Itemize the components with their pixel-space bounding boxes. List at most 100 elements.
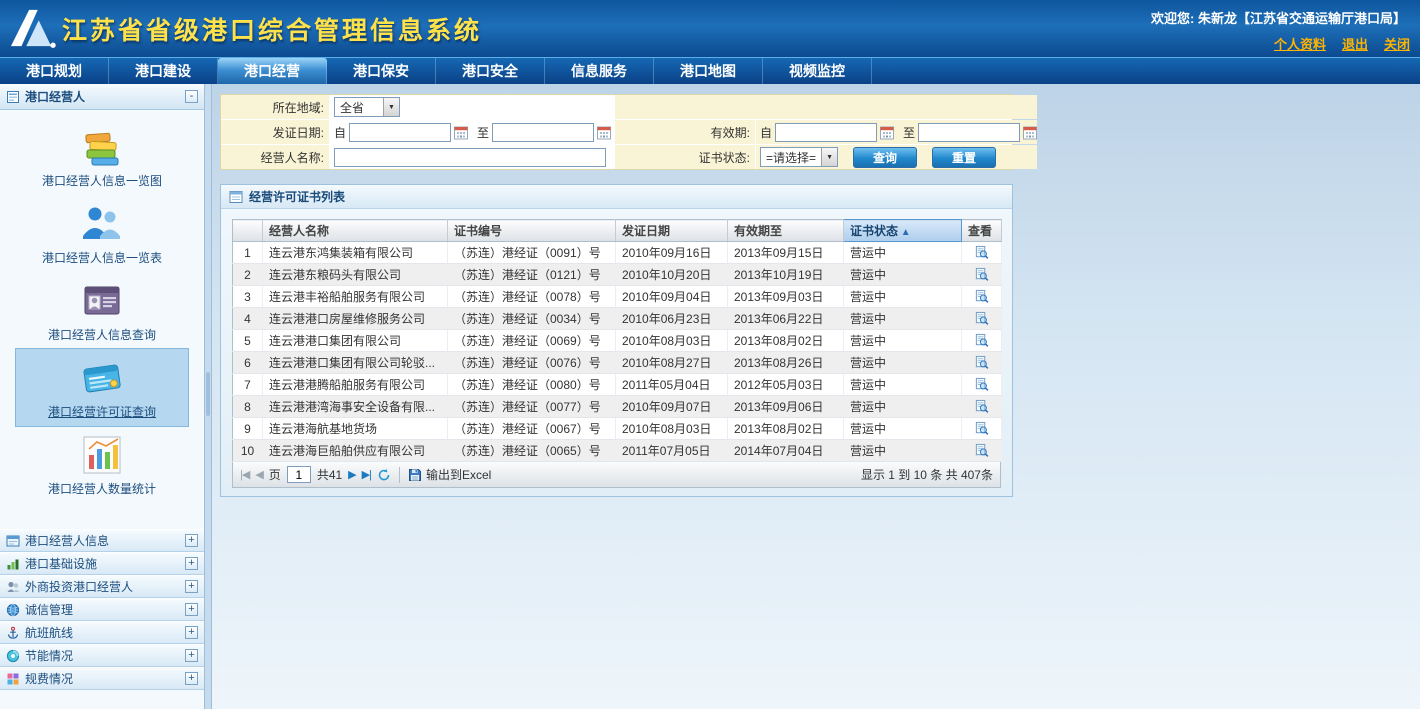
issue-date-to-input[interactable]: [492, 123, 594, 142]
table-row[interactable]: 9连云港海航基地货场（苏连）港经证（0067）号2010年08月03日2013年…: [233, 418, 1002, 440]
view-icon[interactable]: [974, 267, 989, 282]
validity-to-input[interactable]: [918, 123, 1020, 142]
profile-link[interactable]: 个人资料: [1274, 37, 1326, 52]
license-table: 经营人名称证书编号发证日期有效期至证书状态 ▲查看 1连云港东鸿集装箱有限公司（…: [232, 219, 1002, 462]
cert-status-cell: 营运中: [844, 330, 962, 352]
column-header-operator-name[interactable]: 经营人名称: [263, 220, 448, 242]
valid-date-cell: 2013年10月19日: [728, 264, 844, 286]
calendar-icon[interactable]: [880, 125, 894, 140]
valid-date-cell: 2013年06月22日: [728, 308, 844, 330]
expand-button[interactable]: +: [185, 580, 198, 593]
issue-date-cell: 2010年09月07日: [616, 396, 728, 418]
view-icon[interactable]: [974, 333, 989, 348]
expand-button[interactable]: +: [185, 649, 198, 662]
column-header-valid-date[interactable]: 有效期至: [728, 220, 844, 242]
view-icon[interactable]: [974, 421, 989, 436]
calendar-icon[interactable]: [597, 125, 611, 140]
nav-tab-port-construction[interactable]: 港口建设: [109, 58, 218, 85]
operator-name-input[interactable]: [334, 148, 606, 167]
sidebar-item-4[interactable]: 港口经营许可证查询: [16, 349, 188, 426]
nav-tab-port-planning[interactable]: 港口规划: [0, 58, 109, 85]
nav-tab-port-security[interactable]: 港口保安: [327, 58, 436, 85]
view-icon[interactable]: [974, 311, 989, 326]
status-select[interactable]: =请选择= ▼: [760, 147, 838, 167]
calendar-icon[interactable]: [454, 125, 468, 140]
row-number: 7: [233, 374, 263, 396]
sidebar-panel-7[interactable]: 规费情况+: [0, 667, 204, 690]
row-number: 5: [233, 330, 263, 352]
column-header-cert-number[interactable]: 证书编号: [448, 220, 616, 242]
table-row[interactable]: 7连云港港腾船舶服务有限公司（苏连）港经证（0080）号2011年05月04日2…: [233, 374, 1002, 396]
table-row[interactable]: 1连云港东鸿集装箱有限公司（苏连）港经证（0091）号2010年09月16日20…: [233, 242, 1002, 264]
expand-button[interactable]: +: [185, 534, 198, 547]
column-header-view[interactable]: 查看: [962, 220, 1002, 242]
cert-number-cell: （苏连）港经证（0069）号: [448, 330, 616, 352]
next-page-button[interactable]: ▶: [348, 468, 355, 481]
view-icon[interactable]: [974, 245, 989, 260]
logout-link[interactable]: 退出: [1342, 37, 1368, 52]
refresh-icon[interactable]: [377, 468, 391, 482]
issue-date-cell: 2010年09月04日: [616, 286, 728, 308]
view-icon[interactable]: [974, 355, 989, 370]
table-row[interactable]: 8连云港港湾海事安全设备有限...（苏连）港经证（0077）号2010年09月0…: [233, 396, 1002, 418]
cert-status-cell: 营运中: [844, 264, 962, 286]
nav-tab-port-safety[interactable]: 港口安全: [436, 58, 545, 85]
nav-tab-port-map[interactable]: 港口地图: [654, 58, 763, 85]
column-header-issue-date[interactable]: 发证日期: [616, 220, 728, 242]
sidebar-panel-5[interactable]: 航班航线+: [0, 621, 204, 644]
sidebar-item-2[interactable]: 港口经营人信息一览表: [16, 195, 188, 272]
expand-button[interactable]: +: [185, 626, 198, 639]
table-row[interactable]: 4连云港港口房屋维修服务公司（苏连）港经证（0034）号2010年06月23日2…: [233, 308, 1002, 330]
query-button[interactable]: 查询: [853, 147, 917, 168]
issue-date-from-input[interactable]: [349, 123, 451, 142]
view-icon[interactable]: [974, 399, 989, 414]
expand-button[interactable]: +: [185, 557, 198, 570]
table-row[interactable]: 6连云港港口集团有限公司轮驳...（苏连）港经证（0076）号2010年08月2…: [233, 352, 1002, 374]
validity-from-input[interactable]: [775, 123, 877, 142]
table-row[interactable]: 10连云港海巨船舶供应有限公司（苏连）港经证（0065）号2011年07月05日…: [233, 440, 1002, 462]
column-header-cert-status[interactable]: 证书状态 ▲: [844, 220, 962, 242]
table-row[interactable]: 2连云港东粮码头有限公司（苏连）港经证（0121）号2010年10月20日201…: [233, 264, 1002, 286]
sidebar-panel-1[interactable]: 港口经营人信息+: [0, 529, 204, 552]
sidebar-item-3[interactable]: 港口经营人信息查询: [16, 272, 188, 349]
row-number: 2: [233, 264, 263, 286]
nav-tab-port-operation[interactable]: 港口经营: [218, 58, 327, 85]
last-page-button[interactable]: ▶|: [362, 468, 371, 481]
reset-button[interactable]: 重置: [932, 147, 996, 168]
nav-tab-info-service[interactable]: 信息服务: [545, 58, 654, 85]
calendar-icon[interactable]: [1023, 125, 1037, 140]
sidebar-item-1[interactable]: 港口经营人信息一览图: [16, 118, 188, 195]
sidebar-panel-2[interactable]: 港口基础设施+: [0, 552, 204, 575]
collapse-button[interactable]: -: [185, 90, 198, 103]
cert-number-cell: （苏连）港经证（0067）号: [448, 418, 616, 440]
divider: [399, 467, 400, 483]
sidebar-splitter[interactable]: [205, 84, 212, 709]
first-page-button[interactable]: |◀: [240, 468, 249, 481]
overview-books-icon: [80, 125, 124, 169]
sidebar-panel-3[interactable]: 外商投资港口经营人+: [0, 575, 204, 598]
table-row[interactable]: 3连云港丰裕船舶服务有限公司（苏连）港经证（0078）号2010年09月04日2…: [233, 286, 1002, 308]
table-row[interactable]: 5连云港港口集团有限公司（苏连）港经证（0069）号2010年08月03日201…: [233, 330, 1002, 352]
close-link[interactable]: 关闭: [1384, 37, 1410, 52]
sidebar-panel-header[interactable]: 港口经营人 -: [0, 84, 204, 110]
nav-tab-video-monitor[interactable]: 视频监控: [763, 58, 872, 85]
valid-date-cell: 2013年09月15日: [728, 242, 844, 264]
view-icon[interactable]: [974, 377, 989, 392]
view-icon[interactable]: [974, 443, 989, 458]
region-select[interactable]: 全省 ▼: [334, 97, 400, 117]
valid-date-cell: 2014年07月04日: [728, 440, 844, 462]
sidebar-panel-6[interactable]: 节能情况+: [0, 644, 204, 667]
expand-button[interactable]: +: [185, 672, 198, 685]
operator-info-icon: [6, 534, 20, 548]
prev-page-button[interactable]: ◀: [255, 468, 262, 481]
app-title: 江苏省省级港口综合管理信息系统: [62, 11, 482, 47]
sidebar-item-label: 港口经营人数量统计: [48, 480, 156, 497]
export-excel-button[interactable]: 输出到Excel: [408, 466, 491, 483]
expand-button[interactable]: +: [185, 603, 198, 616]
view-cell: [962, 308, 1002, 330]
view-icon[interactable]: [974, 289, 989, 304]
from-label: 自: [760, 124, 772, 141]
sidebar-item-5[interactable]: 港口经营人数量统计: [16, 426, 188, 503]
sidebar-panel-4[interactable]: 诚信管理+: [0, 598, 204, 621]
page-number-input[interactable]: [287, 466, 311, 483]
